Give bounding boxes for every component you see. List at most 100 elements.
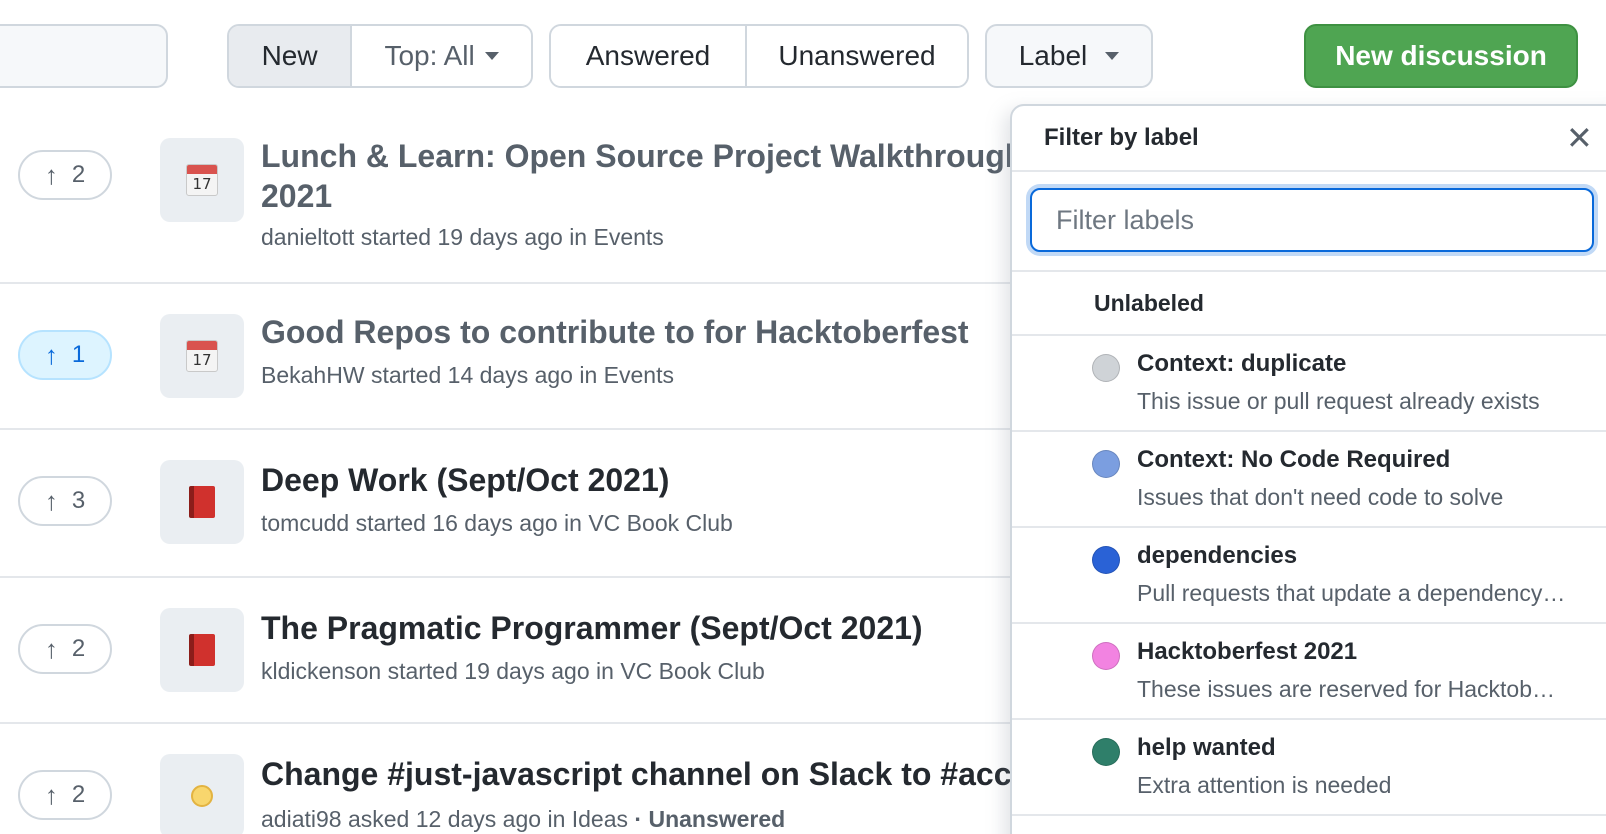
label-option-unlabeled[interactable]: Unlabeled <box>1012 272 1606 336</box>
discussion-title-link[interactable]: Change #just-javascript channel on Slack… <box>261 754 1011 794</box>
calendar-icon: 17 <box>160 314 244 398</box>
answer-status: · Unanswered <box>634 806 786 832</box>
answered-filter-group: Answered Unanswered <box>549 24 969 88</box>
label-description: This issue or pull request already exist… <box>1137 388 1540 414</box>
label-option[interactable]: Hacktoberfest 2021 These issues are rese… <box>1012 624 1606 720</box>
filter-by-label-panel: Filter by label ✕ Unlabeled Context: dup… <box>1010 104 1606 834</box>
category-link[interactable]: Ideas <box>572 806 628 832</box>
panel-header: Filter by label ✕ <box>1012 106 1606 172</box>
sort-button-group: New Top: All <box>227 24 533 88</box>
author-link[interactable]: kldickenson <box>261 658 381 684</box>
label-dropdown-button[interactable]: Label <box>985 24 1153 88</box>
action-verb: started <box>387 658 458 684</box>
search-input[interactable] <box>0 24 168 88</box>
author-link[interactable]: danieltott <box>261 224 354 250</box>
label-name: help wanted <box>1137 734 1276 761</box>
label-name: dependencies <box>1137 542 1298 569</box>
label-dropdown-inner: Label <box>987 26 1151 86</box>
vote-count: 2 <box>71 781 86 808</box>
discussions-page: New Top: All Answered Unanswered Label N… <box>0 0 1606 834</box>
label-name: Context: duplicate <box>1137 350 1347 377</box>
label-option[interactable]: help wanted Extra attention is needed <box>1012 720 1606 816</box>
list-item[interactable]: ↑ 3 Deep Work (Sept/Oct 2021) tomcudd st… <box>0 430 1010 578</box>
label-description: Pull requests that update a dependency f… <box>1137 580 1567 606</box>
discussion-meta: tomcudd started 16 days ago in VC Book C… <box>261 510 733 537</box>
age-text: 12 days ago <box>415 806 542 832</box>
new-discussion-button[interactable]: New discussion <box>1304 24 1578 88</box>
label-color-dot <box>1092 354 1120 382</box>
arrow-up-icon: ↑ <box>44 779 58 810</box>
discussion-title-link[interactable]: Deep Work (Sept/Oct 2021) <box>261 460 669 500</box>
discussion-title-line2: 2021 <box>261 178 333 214</box>
discussion-title-line1: Lunch & Learn: Open Source Project Walkt… <box>261 138 1025 174</box>
label-color-dot <box>1092 642 1120 670</box>
unanswered-button[interactable]: Unanswered <box>745 26 967 86</box>
calendar-day: 17 <box>192 175 212 193</box>
upvote-button[interactable]: ↑ 1 <box>18 330 112 380</box>
discussion-title-link[interactable]: Good Repos to contribute to for Hacktobe… <box>261 312 969 352</box>
lightbulb-icon <box>160 754 244 834</box>
label-option[interactable]: Context: No Code Required Issues that do… <box>1012 432 1606 528</box>
list-item[interactable]: ↑ 2 Change #just-javascript channel on S… <box>0 724 1011 834</box>
list-item[interactable]: ↑ 1 17 Good Repos to contribute to for H… <box>0 284 1010 430</box>
sort-new-button[interactable]: New <box>229 26 351 86</box>
unanswered-label: Unanswered <box>778 40 936 71</box>
sort-top-dropdown[interactable]: Top: All <box>350 26 531 86</box>
vote-count: 3 <box>71 487 86 514</box>
label-name: Hacktoberfest 2021 <box>1137 638 1358 665</box>
author-link[interactable]: tomcudd <box>261 510 349 536</box>
answered-label: Answered <box>585 40 711 71</box>
discussion-meta: kldickenson started 19 days ago in VC Bo… <box>261 658 765 685</box>
action-verb: started <box>360 224 432 250</box>
discussion-title-link[interactable]: Lunch & Learn: Open Source Project Walkt… <box>261 136 1024 216</box>
label-description: These issues are reserved for Hacktoberf… <box>1137 676 1567 702</box>
discussion-title-link[interactable]: The Pragmatic Programmer (Sept/Oct 2021) <box>261 608 923 648</box>
label-name: Context: No Code Required <box>1137 446 1451 473</box>
upvote-button[interactable]: ↑ 2 <box>18 770 112 820</box>
label-option[interactable]: dependencies Pull requests that update a… <box>1012 528 1606 624</box>
in-text: in <box>579 362 598 388</box>
upvote-button[interactable]: ↑ 2 <box>18 624 112 674</box>
upvote-button[interactable]: ↑ 2 <box>18 150 112 200</box>
list-item[interactable]: ↑ 2 The Pragmatic Programmer (Sept/Oct 2… <box>0 578 1010 724</box>
category-link[interactable]: VC Book Club <box>620 658 764 684</box>
vote-count: 2 <box>71 635 86 662</box>
category-link[interactable]: VC Book Club <box>588 510 732 536</box>
new-discussion-label: New discussion <box>1335 40 1547 71</box>
category-link[interactable]: Events <box>593 224 663 250</box>
unlabeled-text: Unlabeled <box>1094 290 1204 316</box>
upvote-button[interactable]: ↑ 3 <box>18 476 112 526</box>
answered-button[interactable]: Answered <box>551 26 745 86</box>
discussion-meta: BekahHW started 14 days ago in Events <box>261 362 674 389</box>
calendar-day: 17 <box>192 351 212 369</box>
in-text: in <box>596 658 614 684</box>
label-color-dot <box>1092 738 1120 766</box>
label-description: Issues that don't need code to solve <box>1137 484 1504 510</box>
age-text: 14 days ago <box>447 362 573 388</box>
book-icon <box>160 608 244 692</box>
label-dropdown-label: Label <box>1018 40 1088 71</box>
in-text: in <box>564 510 582 536</box>
filter-labels-input[interactable] <box>1030 188 1594 252</box>
age-text: 19 days ago <box>464 658 590 684</box>
discussion-meta: adiati98 asked 12 days ago in Ideas · Un… <box>261 806 785 833</box>
filter-input-wrap <box>1012 172 1606 272</box>
discussion-list: ↑ 2 17 Lunch & Learn: Open Source Projec… <box>0 108 1024 834</box>
arrow-up-icon: ↑ <box>44 633 58 664</box>
category-link[interactable]: Events <box>604 362 674 388</box>
vote-count: 1 <box>71 341 86 368</box>
arrow-up-icon: ↑ <box>44 339 58 370</box>
action-verb: started <box>355 510 426 536</box>
label-description: Extra attention is needed <box>1137 772 1392 798</box>
label-option[interactable]: Context: duplicate This issue or pull re… <box>1012 336 1606 432</box>
arrow-up-icon: ↑ <box>44 159 58 190</box>
sort-top-label: Top: All <box>384 40 475 71</box>
list-item[interactable]: ↑ 2 17 Lunch & Learn: Open Source Projec… <box>0 108 1024 284</box>
author-link[interactable]: adiati98 <box>261 806 342 832</box>
chevron-down-icon <box>484 52 499 60</box>
label-color-dot <box>1092 546 1120 574</box>
label-color-dot <box>1092 450 1120 478</box>
author-link[interactable]: BekahHW <box>261 362 365 388</box>
in-text: in <box>547 806 566 832</box>
close-icon[interactable]: ✕ <box>1566 122 1593 154</box>
